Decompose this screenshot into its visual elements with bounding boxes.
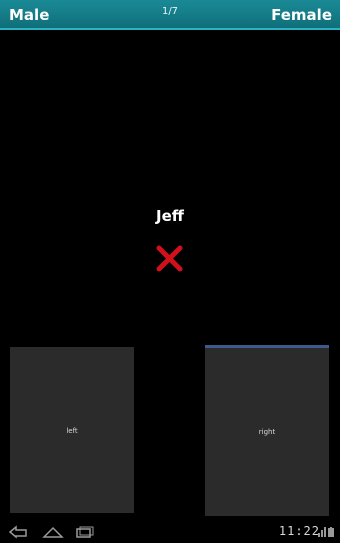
- left-panel[interactable]: left: [10, 347, 134, 513]
- signal-icon: [318, 527, 326, 537]
- back-icon[interactable]: [8, 525, 30, 539]
- right-panel-label: right: [258, 428, 276, 436]
- left-panel-label: left: [66, 427, 78, 435]
- right-panel[interactable]: right: [205, 345, 329, 516]
- clock: 11:22: [278, 524, 320, 538]
- female-label[interactable]: Female: [271, 6, 332, 24]
- recent-apps-icon[interactable]: [74, 525, 96, 539]
- top-bar: Male 1/7 Female: [0, 0, 340, 30]
- person-name: Jeff: [156, 207, 184, 225]
- close-icon: [156, 245, 183, 272]
- battery-icon: [328, 527, 334, 537]
- home-icon[interactable]: [42, 525, 64, 539]
- system-nav-bar: 11:22: [0, 521, 340, 543]
